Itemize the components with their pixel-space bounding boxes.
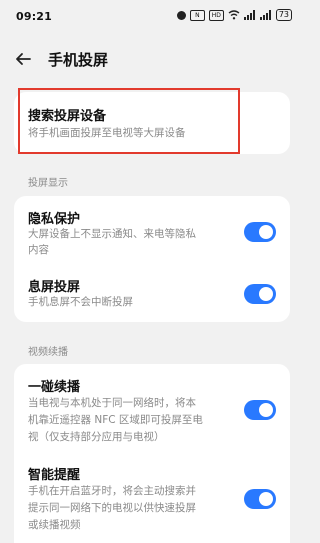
search-devices-desc: 将手机画面投屏至电视等大屏设备	[28, 127, 186, 139]
page-title: 手机投屏	[48, 51, 109, 69]
battery-indicator: 73	[275, 9, 292, 21]
display-settings-card: 隐私保护 大屏设备上不显示通知、来电等隐私 内容 息屏投屏 手机息屏不会中断投屏	[14, 196, 290, 322]
smart-reminder-toggle[interactable]	[244, 489, 276, 509]
smart-reminder-desc-2: 提示同一网络下的电视以供快速投屏	[28, 502, 196, 514]
smart-reminder-title: 智能提醒	[28, 468, 81, 483]
wifi-icon	[228, 10, 240, 20]
tap-continue-desc-1: 当电视与本机处于同一网络时，将本	[28, 397, 196, 409]
search-devices-title: 搜索投屏设备	[28, 109, 107, 124]
tap-continue-title: 一碰续播	[28, 380, 81, 395]
section-label-continue: 视频续播	[28, 347, 68, 358]
tap-continue-desc-2: 机靠近遥控器 NFC 区域即可投屏至电	[28, 414, 203, 426]
signal-5g-icon	[243, 10, 256, 20]
nfc-icon: N	[189, 9, 205, 21]
tap-continue-desc-3: 视（仅支持部分应用与电视）	[28, 431, 165, 443]
status-time: 09:21	[16, 10, 53, 23]
arrow-left-icon[interactable]	[12, 48, 34, 70]
alarm-icon	[176, 10, 186, 20]
header: 手机投屏	[0, 40, 304, 78]
smart-reminder-desc-1: 手机在开启蓝牙时，将会主动搜索并	[28, 485, 196, 497]
section-label-display: 投屏显示	[28, 178, 68, 189]
privacy-protection-desc-1: 大屏设备上不显示通知、来电等隐私	[28, 228, 196, 240]
smart-reminder-desc-3: 或续播视频	[28, 519, 81, 531]
hd-icon: HD	[208, 9, 224, 21]
screen-off-cast-desc: 手机息屏不会中断投屏	[28, 296, 133, 308]
screen-off-cast-toggle[interactable]	[244, 284, 276, 304]
privacy-protection-title: 隐私保护	[28, 212, 81, 227]
tap-continue-toggle[interactable]	[244, 400, 276, 420]
privacy-protection-desc-2: 内容	[28, 244, 49, 256]
privacy-protection-toggle[interactable]	[244, 222, 276, 242]
screen-off-cast-title: 息屏投屏	[28, 280, 81, 295]
status-bar: 09:21 N HD 73	[0, 0, 304, 34]
signal-icon	[259, 10, 272, 20]
status-icons: N HD 73	[176, 9, 292, 21]
search-devices-item[interactable]: 搜索投屏设备 将手机画面投屏至电视等大屏设备	[14, 92, 290, 154]
video-continue-card: 一碰续播 当电视与本机处于同一网络时，将本 机靠近遥控器 NFC 区域即可投屏至…	[14, 364, 290, 543]
